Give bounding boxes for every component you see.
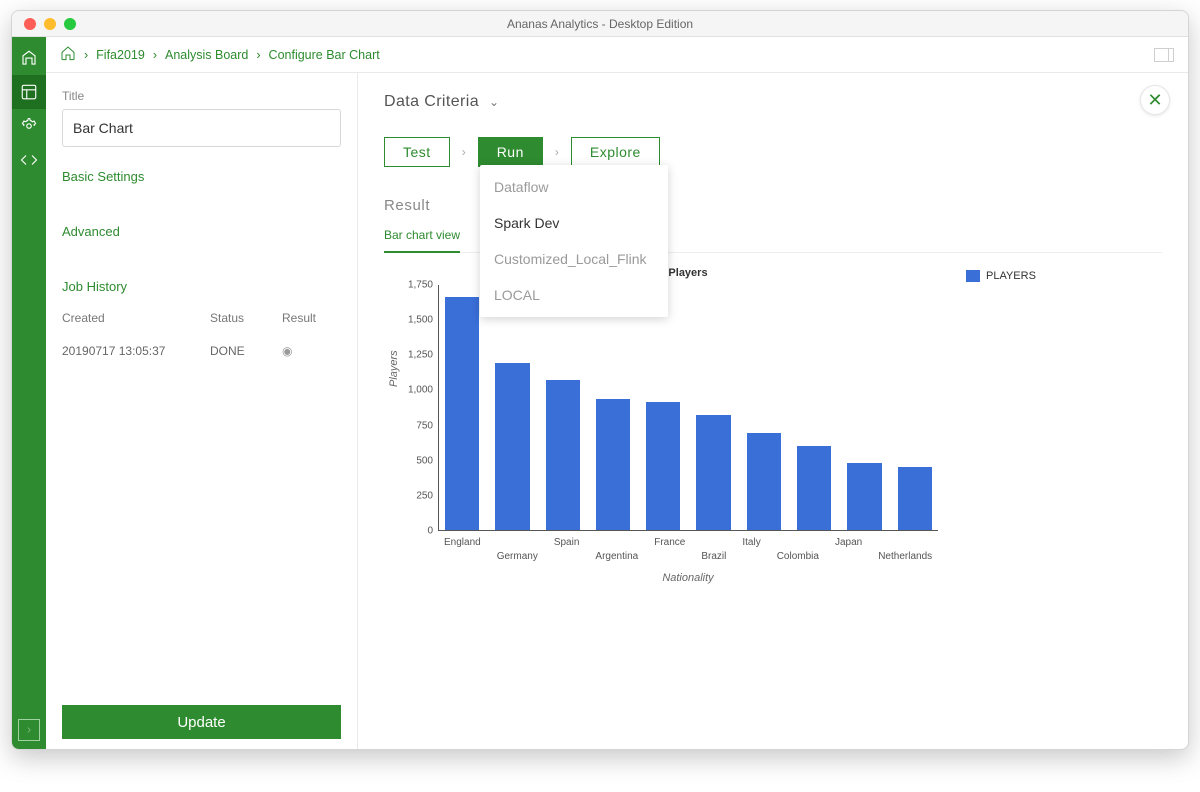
job-created: 20190717 13:05:37 bbox=[62, 344, 210, 358]
rail-home-icon[interactable] bbox=[12, 41, 46, 75]
breadcrumb-sep: › bbox=[84, 48, 88, 62]
col-result: Result bbox=[282, 311, 342, 325]
breadcrumb-item[interactable]: Fifa2019 bbox=[96, 48, 145, 62]
y-tick: 1,750 bbox=[393, 280, 433, 291]
view-result-icon[interactable]: ◉ bbox=[282, 344, 342, 358]
x-tick: Colombia bbox=[777, 551, 819, 562]
bar[interactable] bbox=[646, 402, 680, 530]
step-sep: › bbox=[462, 145, 466, 159]
step-sep: › bbox=[555, 145, 559, 159]
data-criteria-label[interactable]: Data Criteria bbox=[384, 93, 479, 111]
run-target-dropdown: Dataflow Spark Dev Customized_Local_Flin… bbox=[480, 165, 668, 317]
x-tick: England bbox=[444, 537, 481, 548]
y-tick: 0 bbox=[393, 526, 433, 537]
y-tick: 1,500 bbox=[393, 315, 433, 326]
y-tick: 1,000 bbox=[393, 385, 433, 396]
x-tick: Germany bbox=[497, 551, 538, 562]
breadcrumb-item[interactable]: Analysis Board bbox=[165, 48, 248, 62]
rail-code-icon[interactable] bbox=[12, 143, 46, 177]
config-panel: Title Basic Settings Advanced Job Histor… bbox=[46, 73, 358, 749]
bar[interactable] bbox=[847, 463, 881, 530]
x-tick: Argentina bbox=[595, 551, 638, 562]
plot-area: 02505007501,0001,2501,5001,750 bbox=[438, 285, 938, 531]
y-tick: 250 bbox=[393, 490, 433, 501]
x-tick: Spain bbox=[554, 537, 580, 548]
action-row: Test › Run › Explore bbox=[384, 137, 1162, 167]
bar[interactable] bbox=[898, 467, 932, 530]
bar[interactable] bbox=[445, 297, 479, 530]
update-button[interactable]: Update bbox=[62, 705, 341, 739]
explore-button[interactable]: Explore bbox=[571, 137, 660, 167]
maximize-window-button[interactable] bbox=[64, 18, 76, 30]
app-window: Ananas Analytics - Desktop Edition › Fif… bbox=[11, 10, 1189, 750]
col-status: Status bbox=[210, 311, 282, 325]
job-history-link[interactable]: Job History bbox=[62, 279, 341, 294]
x-tick: Brazil bbox=[701, 551, 726, 562]
job-history-row[interactable]: 20190717 13:05:37 DONE ◉ bbox=[62, 330, 341, 372]
rail-board-icon[interactable] bbox=[12, 75, 46, 109]
run-button[interactable]: Run bbox=[478, 137, 543, 167]
breadcrumb-item[interactable]: Configure Bar Chart bbox=[269, 48, 380, 62]
x-tick: Netherlands bbox=[878, 551, 932, 562]
test-button[interactable]: Test bbox=[384, 137, 450, 167]
chevron-down-icon[interactable]: ⌄ bbox=[489, 95, 499, 109]
titlebar: Ananas Analytics - Desktop Edition bbox=[12, 11, 1188, 37]
close-icon[interactable]: ✕ bbox=[1140, 85, 1170, 115]
dropdown-item[interactable]: Spark Dev bbox=[480, 205, 668, 241]
x-ticks: EnglandGermanySpainArgentinaFranceBrazil… bbox=[438, 537, 938, 548]
col-created: Created bbox=[62, 311, 210, 325]
dropdown-item[interactable]: Dataflow bbox=[480, 169, 668, 205]
job-status: DONE bbox=[210, 344, 282, 358]
bar[interactable] bbox=[495, 363, 529, 530]
bar[interactable] bbox=[747, 433, 781, 530]
main-area: ✕ Data Criteria ⌄ Test › Run › Explore D… bbox=[358, 73, 1188, 749]
tab-bar-chart[interactable]: Bar chart view bbox=[384, 228, 460, 252]
title-input[interactable] bbox=[62, 109, 341, 147]
breadcrumb-sep: › bbox=[256, 48, 260, 62]
y-tick: 750 bbox=[393, 420, 433, 431]
minimize-window-button[interactable] bbox=[44, 18, 56, 30]
bar[interactable] bbox=[596, 399, 630, 530]
rail-settings-icon[interactable] bbox=[12, 109, 46, 143]
window-controls bbox=[12, 18, 76, 30]
legend: PLAYERS bbox=[966, 267, 1036, 285]
dropdown-item[interactable]: LOCAL bbox=[480, 277, 668, 313]
breadcrumb-sep: › bbox=[153, 48, 157, 62]
job-history-header: Created Status Result bbox=[62, 306, 341, 330]
advanced-link[interactable]: Advanced bbox=[62, 224, 341, 239]
breadcrumb-bar: › Fifa2019 › Analysis Board › Configure … bbox=[46, 37, 1188, 73]
x-tick: Italy bbox=[742, 537, 760, 548]
home-icon[interactable] bbox=[60, 45, 76, 64]
rail-expand-button[interactable] bbox=[18, 719, 40, 741]
bar[interactable] bbox=[696, 415, 730, 530]
dropdown-item[interactable]: Customized_Local_Flink bbox=[480, 241, 668, 277]
y-tick: 1,250 bbox=[393, 350, 433, 361]
legend-swatch bbox=[966, 270, 980, 282]
basic-settings-link[interactable]: Basic Settings bbox=[62, 169, 341, 184]
window-title: Ananas Analytics - Desktop Edition bbox=[12, 17, 1188, 31]
legend-label: PLAYERS bbox=[986, 270, 1036, 282]
x-tick: Japan bbox=[835, 537, 862, 548]
x-tick: France bbox=[654, 537, 685, 548]
y-tick: 500 bbox=[393, 455, 433, 466]
bar[interactable] bbox=[546, 380, 580, 530]
x-axis-label: Nationality bbox=[438, 572, 938, 584]
layout-toggle-icon[interactable] bbox=[1154, 48, 1174, 62]
left-rail bbox=[12, 37, 46, 749]
close-window-button[interactable] bbox=[24, 18, 36, 30]
title-label: Title bbox=[62, 89, 341, 103]
bar[interactable] bbox=[797, 446, 831, 530]
